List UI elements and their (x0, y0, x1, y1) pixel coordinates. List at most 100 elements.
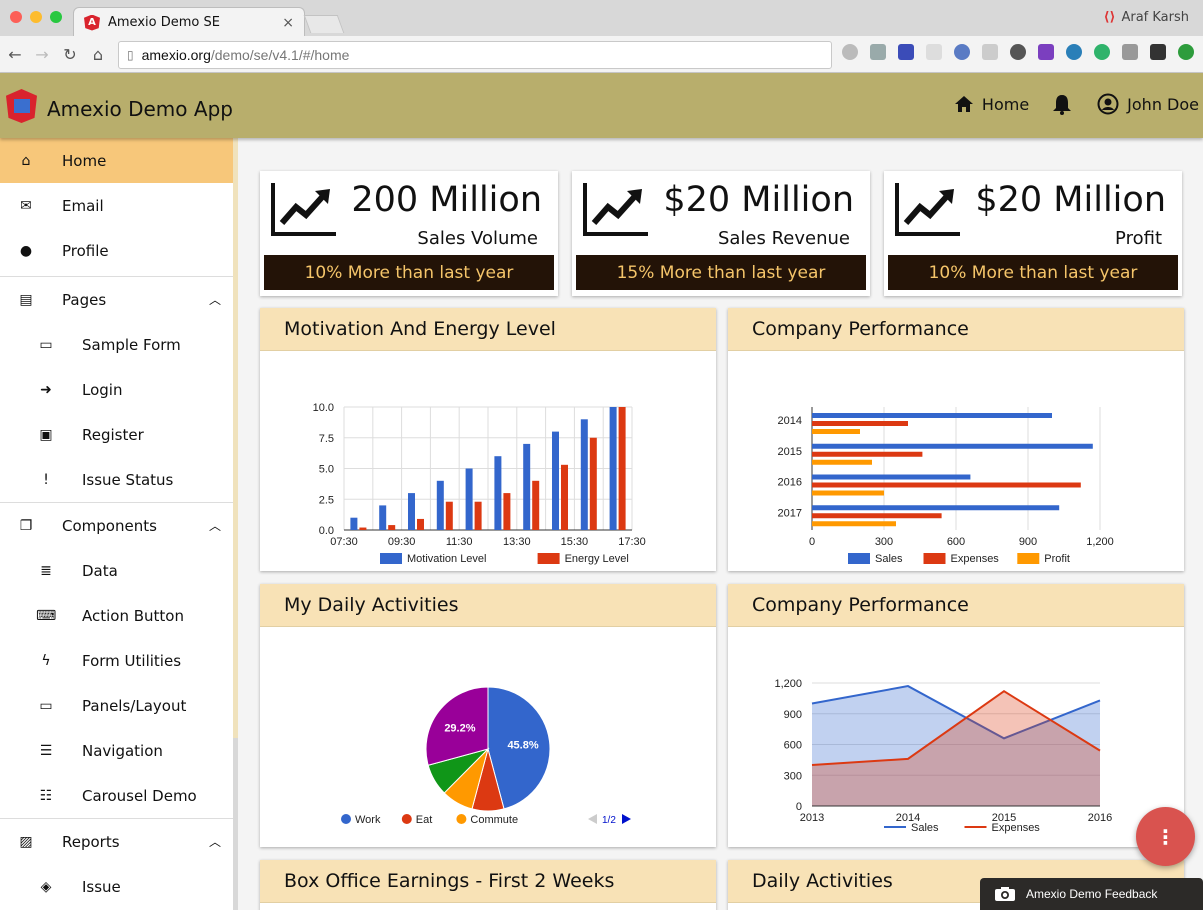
sidebar-item-form-utilities[interactable]: ϟ Form Utilities (0, 638, 233, 683)
sidebar-item-home[interactable]: ⌂ Home (0, 138, 233, 183)
app-header: Amexio Demo App Home John Doe (0, 73, 1203, 138)
trend-chart-icon (583, 183, 648, 236)
sidebar-item-label: Home (62, 151, 107, 170)
sidebar-item-navigation[interactable]: ☰ Navigation (0, 728, 233, 773)
floating-action-button[interactable]: ⋮ (1136, 807, 1195, 866)
sidebar-item-data[interactable]: ≣ Data (0, 548, 233, 593)
home-icon: ⌂ (21, 152, 31, 169)
stat-footer: 15% More than last year (576, 255, 866, 290)
legend-swatch (537, 553, 560, 564)
header-home-label: Home (981, 94, 1030, 114)
extension-grammarly-icon[interactable] (1094, 44, 1110, 60)
home-browser-icon[interactable]: ⌂ (89, 45, 107, 64)
sidebar-item-login[interactable]: ➜ Login (0, 367, 233, 412)
stat-card-sales-volume: 200 Million Sales Volume 10% More than l… (260, 171, 558, 296)
new-tab-button[interactable] (303, 15, 345, 33)
bar-motivation-level (350, 517, 358, 530)
sidebar: ⌂ Home ✉ Email ● Profile ▤ Pages ︿ ▭ Sample Fo… (0, 138, 234, 910)
sidebar-item-issue-status[interactable]: ! Issue Status (0, 457, 233, 502)
extension-pen-icon[interactable] (926, 44, 942, 60)
extension-upload-icon[interactable] (1178, 44, 1194, 60)
user-menu[interactable]: John Doe (1097, 93, 1199, 115)
sidebar-item-label: Reports (62, 832, 120, 851)
contact-card-icon: ▣ (39, 426, 53, 443)
extension-keyboard-icon[interactable] (1150, 44, 1166, 60)
y-tick-label: 5.0 (319, 464, 334, 476)
profile-icon: ⟨⟩ (1103, 10, 1116, 25)
sidebar-item-sample-form[interactable]: ▭ Sample Form (0, 322, 233, 367)
trend-chart-icon (895, 183, 960, 236)
envelope-icon: ✉ (20, 197, 32, 214)
sidebar-item-components[interactable]: ❐ Components ︿ (0, 503, 233, 548)
address-bar[interactable]: ▯ amexio.org/demo/se/v4.1/#/home (118, 41, 832, 69)
x-tick-label: 900 (1019, 536, 1037, 548)
id-card-icon: ▤ (19, 291, 33, 308)
sidebar-item-action-button[interactable]: ⌨ Action Button (0, 593, 233, 638)
extension-onenote-icon[interactable] (1038, 44, 1054, 60)
x-tick-label: 1,200 (1086, 536, 1114, 548)
chevron-up-icon[interactable]: ︿ (209, 517, 221, 534)
stat-label: Sales Revenue (717, 228, 850, 249)
sidebar-item-profile[interactable]: ● Profile (0, 228, 233, 273)
tab-close-icon[interactable]: × (282, 15, 294, 31)
legend-label: Commute (470, 814, 518, 826)
extension-drop-icon[interactable] (842, 44, 858, 60)
panel-title: My Daily Activities (260, 584, 716, 627)
extension-globe-icon[interactable] (954, 44, 970, 60)
extension-eye-icon[interactable] (1066, 44, 1082, 60)
sidebar-item-issue[interactable]: ◈ Issue (0, 864, 233, 909)
stat-footer: 10% More than last year (264, 255, 554, 290)
feedback-button[interactable]: Amexio Demo Feedback (980, 878, 1203, 910)
amexio-logo-icon[interactable] (6, 89, 37, 123)
chevron-up-icon[interactable]: ︿ (209, 291, 221, 308)
sidebar-item-register[interactable]: ▣ Register (0, 412, 233, 457)
x-tick-label: 300 (875, 536, 893, 548)
extension-blue-icon[interactable] (898, 44, 914, 60)
minimize-window-button[interactable] (30, 11, 42, 23)
sidebar-item-pages[interactable]: ▤ Pages ︿ (0, 277, 233, 322)
tab-title: Amexio Demo SE (108, 15, 220, 30)
legend-next-arrow-icon (622, 814, 631, 824)
chevron-up-icon[interactable]: ︿ (209, 833, 221, 850)
extension-code-icon[interactable] (982, 44, 998, 60)
extension-gauge-icon[interactable] (1010, 44, 1026, 60)
sidebar-item-label: Email (62, 196, 104, 215)
app-title: Amexio Demo App (47, 97, 233, 121)
reload-icon[interactable]: ↻ (61, 45, 79, 64)
panel-title: Motivation And Energy Level (260, 308, 716, 351)
sidebar-item-reports[interactable]: ▨ Reports ︿ (0, 819, 233, 864)
header-home-link[interactable]: Home (954, 95, 1029, 114)
camera-icon (995, 887, 1015, 901)
y-tick-label: 2015 (778, 446, 802, 458)
sidebar-item-label: Form Utilities (82, 651, 182, 670)
browser-tab[interactable]: A Amexio Demo SE × (73, 7, 305, 37)
laptop-icon: ▭ (39, 336, 53, 353)
legend-swatch (380, 553, 402, 564)
page-info-icon: ▯ (127, 48, 134, 62)
back-arrow-icon[interactable]: ← (6, 45, 24, 64)
legend-swatch (923, 553, 946, 564)
y-tick-label: 2014 (778, 415, 802, 427)
sidebar-item-email[interactable]: ✉ Email (0, 183, 233, 228)
extension-cast-icon[interactable] (1122, 44, 1138, 60)
panel-title: Company Performance (728, 308, 1184, 351)
notifications-button[interactable] (1051, 93, 1073, 115)
url-host: amexio.org (141, 47, 211, 63)
trend-chart-icon (271, 183, 336, 236)
bar-motivation-level (436, 480, 444, 530)
panel-title: Company Performance (728, 584, 1184, 627)
extension-shield-icon[interactable] (870, 44, 886, 60)
x-tick-label: 11:30 (446, 536, 473, 548)
sidebar-item-panels-layout[interactable]: ▭ Panels/Layout (0, 683, 233, 728)
bars-icon: ☰ (39, 742, 53, 759)
legend-swatch (456, 814, 467, 824)
browser-profile[interactable]: ⟨⟩ Araf Karsh (1104, 10, 1189, 25)
stat-footer: 10% More than last year (888, 255, 1178, 290)
sidebar-item-carousel-demo[interactable]: ☷ Carousel Demo (0, 773, 233, 818)
maximize-window-button[interactable] (50, 11, 62, 23)
forward-arrow-icon[interactable]: → (33, 45, 51, 64)
close-window-button[interactable] (10, 11, 22, 23)
copy-icon: ❐ (19, 517, 33, 534)
stat-value: 200 Million (351, 180, 542, 220)
legend-swatch (848, 553, 870, 564)
